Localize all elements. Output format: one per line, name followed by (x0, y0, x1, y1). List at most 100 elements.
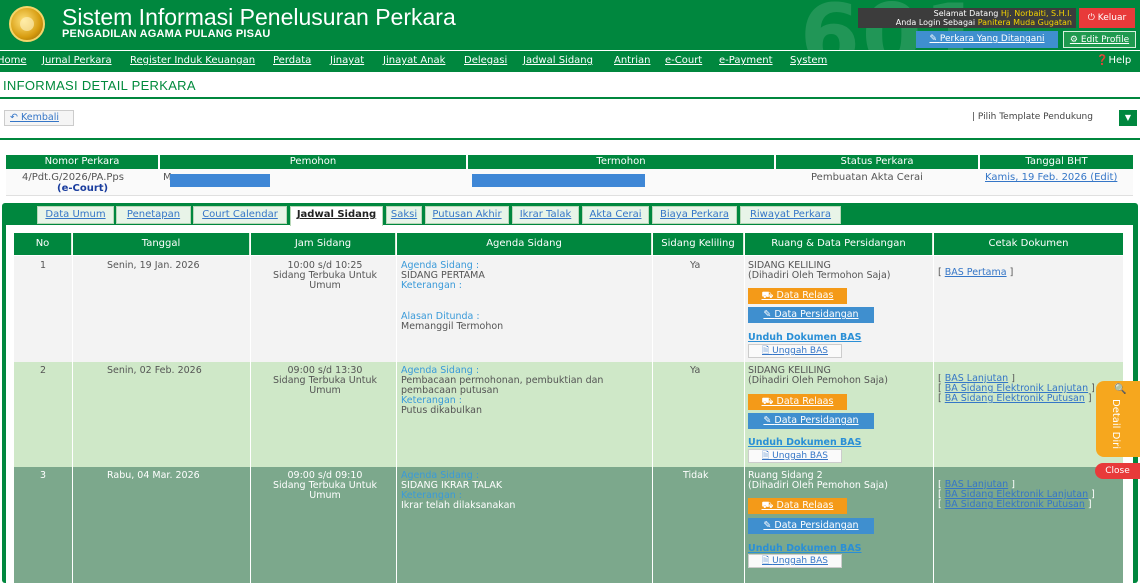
col-header-cetak: Cetak Dokumen (934, 233, 1123, 255)
row-no: 1 (40, 260, 47, 271)
column-divider (933, 256, 934, 583)
col-header-tanggal: Tanggal (73, 233, 250, 255)
row-docs: [ BAS Lanjutan ] [ BA Sidang Elektronik … (938, 480, 1095, 510)
unduh-bas-link[interactable]: Unduh Dokumen BAS (748, 332, 861, 343)
logout-button[interactable]: ⏻ Keluar (1079, 8, 1135, 28)
row-no: 3 (40, 470, 47, 481)
divider (0, 97, 1140, 99)
column-divider (744, 256, 745, 583)
app-subtitle: PENGADILAN AGAMA PULANG PISAU (62, 28, 271, 40)
template-select-label: | Pilih Template Pendukung (972, 112, 1093, 122)
edit-profile-button[interactable]: ⚙ Edit Profile (1063, 31, 1136, 48)
unduh-bas-link[interactable]: Unduh Dokumen BAS (748, 437, 861, 448)
upload-icon: 🗎 (762, 556, 773, 566)
row-keliling: Ya (690, 365, 701, 376)
column-divider (652, 256, 653, 583)
nav-home[interactable]: Home (0, 55, 27, 66)
row-tanggal: Rabu, 04 Mar. 2026 (107, 470, 200, 481)
row-tanggal: Senin, 02 Feb. 2026 (107, 365, 202, 376)
template-dropdown-button[interactable]: ▼ (1119, 110, 1137, 126)
data-relaas-button[interactable]: ⛟ Data Relaas (748, 288, 847, 304)
unduh-bas-link[interactable]: Unduh Dokumen BAS (748, 543, 861, 554)
nav-epayment[interactable]: e-Payment (719, 55, 773, 66)
nav-antrian[interactable]: Antrian (614, 55, 650, 66)
redacted-pemohon (170, 174, 270, 187)
handled-cases-button[interactable]: ✎ Perkara Yang Ditangani (916, 31, 1058, 48)
case-status: Pembuatan Akta Cerai (811, 172, 923, 183)
data-relaas-button[interactable]: ⛟ Data Relaas (748, 394, 847, 410)
data-persidangan-button[interactable]: ✎ Data Persidangan (748, 307, 874, 323)
nav-ecourt[interactable]: e-Court (665, 55, 702, 66)
tab-akta-cerai[interactable]: Akta Cerai (582, 206, 649, 224)
row-keliling: Tidak (683, 470, 709, 481)
back-arrow-icon: ↶ (10, 112, 21, 123)
tab-data-umum[interactable]: Data Umum (37, 206, 114, 224)
caret-down-icon: ▼ (1124, 113, 1132, 122)
col-header-jam: Jam Sidang (251, 233, 396, 255)
col-header-agenda: Agenda Sidang (397, 233, 652, 255)
unggah-bas-button[interactable]: 🗎 Unggah BAS (748, 554, 842, 568)
search-icon: 🔍 (1114, 384, 1127, 395)
data-relaas-button[interactable]: ⛟ Data Relaas (748, 498, 847, 514)
bht-date-link[interactable]: Kamis, 19 Feb. 2026 (Edit) (985, 172, 1117, 198)
upload-icon: 🗎 (762, 346, 773, 356)
tab-jadwal-sidang[interactable]: Jadwal Sidang (290, 206, 383, 226)
row-agenda: Agenda Sidang : Pembacaan permohonan, pe… (401, 365, 604, 416)
data-persidangan-button[interactable]: ✎ Data Persidangan (748, 413, 874, 429)
upload-icon: 🗎 (762, 451, 773, 461)
nav-system[interactable]: System (790, 55, 827, 66)
row-ruang: SIDANG KELILING (Dihadiri Oleh Termohon S… (748, 260, 891, 281)
doc-link[interactable]: BAS Pertama (945, 267, 1007, 278)
page-title: INFORMASI DETAIL PERKARA (3, 78, 196, 93)
tab-saksi[interactable]: Saksi (386, 206, 422, 224)
row-agenda: Agenda Sidang : SIDANG IKRAR TALAK Keter… (401, 470, 516, 511)
summary-header-status: Status Perkara (776, 155, 979, 169)
user-role: Panitera Muda Gugatan (977, 18, 1072, 27)
tab-riwayat-perkara[interactable]: Riwayat Perkara (740, 206, 841, 224)
help-button[interactable]: ❓Help (1096, 55, 1131, 66)
back-button[interactable]: ↶ Kembali (4, 110, 74, 126)
nav-jurnal-perkara[interactable]: Jurnal Perkara (42, 55, 112, 66)
gavel-icon: ✎ (763, 520, 775, 531)
tab-ikrar-talak[interactable]: Ikrar Talak (512, 206, 579, 224)
app-header: 601 Sistem Informasi Penelusuran Perkara… (0, 0, 1140, 50)
tab-court-calendar[interactable]: Court Calendar (193, 206, 287, 224)
summary-header-bht: Tanggal BHT (980, 155, 1133, 169)
doc-link[interactable]: BA Sidang Elektronik Putusan (945, 393, 1085, 404)
help-icon: ❓ (1096, 55, 1109, 66)
nav-jinayat[interactable]: Jinayat (330, 55, 364, 66)
unggah-bas-button[interactable]: 🗎 Unggah BAS (748, 344, 842, 358)
nav-jinayat-anak[interactable]: Jinayat Anak (383, 55, 445, 66)
nav-jadwal-sidang[interactable]: Jadwal Sidang (523, 55, 593, 66)
redacted-termohon (472, 174, 645, 187)
summary-header-termohon: Termohon (468, 155, 775, 169)
row-jam: 10:00 s/d 10:25 Sidang Terbuka Untuk Umum (273, 260, 377, 291)
car-icon: ⛟ (761, 396, 777, 407)
col-header-keliling: Sidang Keliling (653, 233, 744, 255)
nav-perdata[interactable]: Perdata (273, 55, 311, 66)
tab-biaya-perkara[interactable]: Biaya Perkara (652, 206, 737, 224)
wrench-icon: ✎ (929, 34, 940, 44)
column-divider (250, 256, 251, 583)
nav-register-induk[interactable]: Register Induk Keuangan (130, 55, 255, 66)
divider (0, 138, 1140, 140)
doc-link[interactable]: BA Sidang Elektronik Putusan (945, 499, 1085, 510)
column-divider (396, 256, 397, 583)
detail-diri-tab[interactable]: 🔍 Detail Diri (1096, 381, 1140, 457)
row-jam: 09:00 s/d 13:30 Sidang Terbuka Untuk Umum (273, 365, 377, 396)
row-docs: [ BAS Lanjutan ] [ BA Sidang Elektronik … (938, 374, 1094, 404)
row-ruang: SIDANG KELILING (Dihadiri Oleh Pemohon Sa… (748, 365, 888, 386)
column-divider (72, 256, 73, 583)
tab-putusan-akhir[interactable]: Putusan Akhir (425, 206, 509, 224)
close-button[interactable]: Close (1095, 463, 1140, 479)
court-logo-icon (9, 6, 45, 42)
data-persidangan-button[interactable]: ✎ Data Persidangan (748, 518, 874, 534)
col-header-ruang: Ruang & Data Persidangan (745, 233, 933, 255)
unggah-bas-button[interactable]: 🗎 Unggah BAS (748, 449, 842, 463)
summary-header-pemohon: Pemohon (160, 155, 467, 169)
row-docs: [ BAS Pertama ] (938, 267, 1014, 278)
row-no: 2 (40, 365, 47, 376)
row-keliling: Ya (690, 260, 701, 271)
tab-penetapan[interactable]: Penetapan (116, 206, 191, 224)
nav-delegasi[interactable]: Delegasi (464, 55, 507, 66)
